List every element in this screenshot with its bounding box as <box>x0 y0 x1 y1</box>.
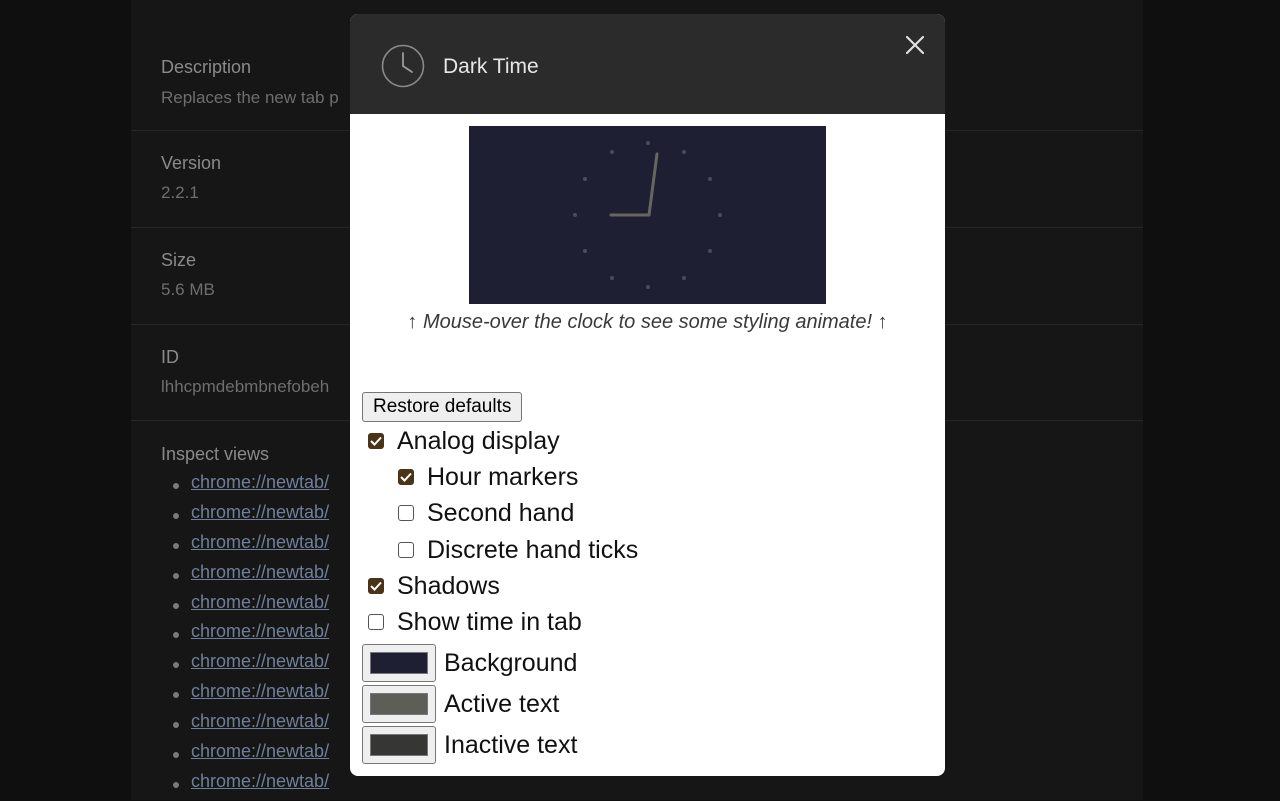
checkbox-analog-display[interactable] <box>368 433 384 449</box>
hour-marker <box>610 276 614 280</box>
option-label: Analog display <box>397 426 560 455</box>
option-hour-markers[interactable]: Hour markers <box>398 462 578 492</box>
inspect-views-label: Inspect views <box>161 444 270 464</box>
checkmark-icon <box>370 581 382 591</box>
option-second-hand[interactable]: Second hand <box>398 498 574 528</box>
size-value: 5.6 MB <box>161 280 215 299</box>
options-dialog: Dark Time ↑ Mouse-over the clock to see … <box>350 14 945 776</box>
color-row-inactive-text: Inactive text <box>362 725 577 765</box>
inspect-view-link[interactable]: chrome://newtab/ <box>191 771 329 792</box>
option-label: Hour markers <box>427 462 579 491</box>
color-swatch <box>370 652 428 674</box>
description-value: Replaces the new tab p <box>161 88 339 107</box>
hour-marker <box>708 177 712 181</box>
inspect-view-link[interactable]: chrome://newtab/ <box>191 621 329 642</box>
color-picker-inactive-text[interactable] <box>362 726 436 764</box>
clock-icon <box>381 44 425 88</box>
hour-marker <box>610 150 614 154</box>
color-picker-background[interactable] <box>362 644 436 682</box>
id-label: ID <box>161 347 179 367</box>
option-discrete-hand-ticks[interactable]: Discrete hand ticks <box>398 535 638 565</box>
color-swatch <box>370 734 428 756</box>
color-picker-active-text[interactable] <box>362 685 436 723</box>
inspect-view-link[interactable]: chrome://newtab/ <box>191 592 329 613</box>
hour-marker <box>708 249 712 253</box>
inspect-view-link[interactable]: chrome://newtab/ <box>191 711 329 732</box>
dialog-title: Dark Time <box>443 55 539 78</box>
close-icon[interactable] <box>902 32 928 58</box>
checkbox-show-time-in-tab[interactable] <box>368 614 384 630</box>
hour-marker <box>682 150 686 154</box>
hour-marker <box>573 213 577 217</box>
inspect-view-link[interactable]: chrome://newtab/ <box>191 681 329 702</box>
inspect-view-link[interactable]: chrome://newtab/ <box>191 741 329 762</box>
color-label: Background <box>444 648 578 677</box>
hour-marker <box>718 213 722 217</box>
version-value: 2.2.1 <box>161 183 199 202</box>
dialog-header: Dark Time <box>350 14 945 114</box>
checkmark-icon <box>370 436 382 446</box>
version-label: Version <box>161 153 222 173</box>
hour-marker <box>646 285 650 289</box>
description-label: Description <box>161 57 252 77</box>
inspect-view-link[interactable]: chrome://newtab/ <box>191 472 329 493</box>
inspect-view-link[interactable]: chrome://newtab/ <box>191 532 329 553</box>
clock-preview[interactable] <box>469 126 826 304</box>
restore-defaults-button[interactable]: Restore defaults <box>362 392 523 422</box>
option-label: Show time in tab <box>397 607 582 636</box>
option-label: Discrete hand ticks <box>427 535 639 564</box>
color-row-background: Background <box>362 643 577 683</box>
color-label: Inactive text <box>444 730 578 759</box>
color-row-active-text: Active text <box>362 684 559 724</box>
inspect-view-link[interactable]: chrome://newtab/ <box>191 651 329 672</box>
hour-marker <box>646 141 650 145</box>
size-label: Size <box>161 250 197 270</box>
inspect-view-link[interactable]: chrome://newtab/ <box>191 502 329 523</box>
checkbox-hour-markers[interactable] <box>398 469 414 485</box>
checkmark-icon <box>400 472 412 482</box>
option-shadows[interactable]: Shadows <box>368 571 500 601</box>
option-label: Shadows <box>397 571 500 600</box>
checkbox-second-hand[interactable] <box>398 505 414 521</box>
color-label: Active text <box>444 689 560 718</box>
hour-marker <box>682 276 686 280</box>
option-show-time-in-tab[interactable]: Show time in tab <box>368 607 582 637</box>
option-label: Second hand <box>427 498 575 527</box>
option-analog-display[interactable]: Analog display <box>368 426 560 456</box>
preview-caption: ↑ Mouse-over the clock to see some styli… <box>407 311 888 333</box>
hour-marker <box>583 249 587 253</box>
hour-marker <box>583 177 587 181</box>
inspect-view-link[interactable]: chrome://newtab/ <box>191 562 329 583</box>
id-value: lhhcpmdebmbnefobeh <box>161 377 330 396</box>
checkbox-shadows[interactable] <box>368 578 384 594</box>
color-swatch <box>370 693 428 715</box>
checkbox-discrete-hand-ticks[interactable] <box>398 542 414 558</box>
